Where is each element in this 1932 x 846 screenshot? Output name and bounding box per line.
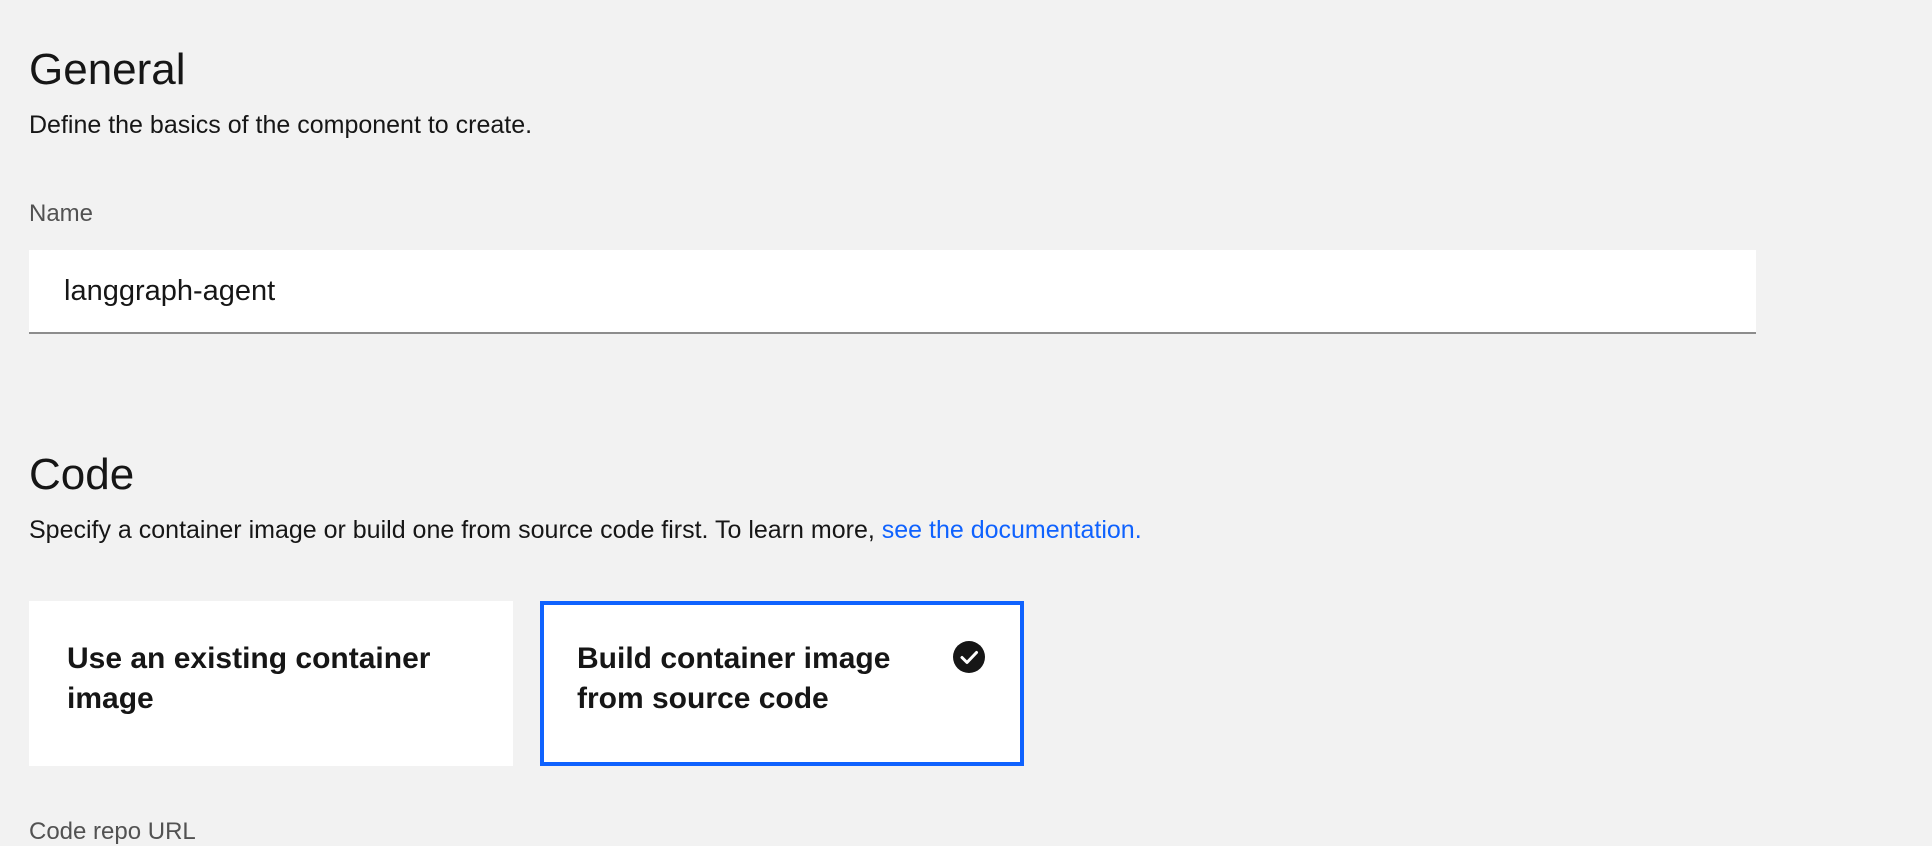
- code-section-description: Specify a container image or build one f…: [29, 515, 1142, 545]
- general-section-description: Define the basics of the component to cr…: [29, 111, 533, 139]
- tile-use-existing-image[interactable]: Use an existing container image: [29, 601, 513, 766]
- documentation-link[interactable]: see the documentation.: [882, 516, 1142, 544]
- checkmark-filled-icon: [953, 641, 985, 673]
- code-section-title: Code: [29, 450, 135, 499]
- general-section-title: General: [29, 45, 186, 94]
- tile-build-from-source[interactable]: Build container image from source code: [540, 601, 1024, 766]
- code-repo-url-label: Code repo URL: [29, 818, 196, 845]
- code-description-text: Specify a container image or build one f…: [29, 516, 875, 544]
- name-input[interactable]: [29, 250, 1756, 334]
- name-field-label: Name: [29, 200, 94, 227]
- tile-build-from-source-label: Build container image from source code: [577, 642, 891, 715]
- tile-use-existing-image-label: Use an existing container image: [67, 642, 431, 715]
